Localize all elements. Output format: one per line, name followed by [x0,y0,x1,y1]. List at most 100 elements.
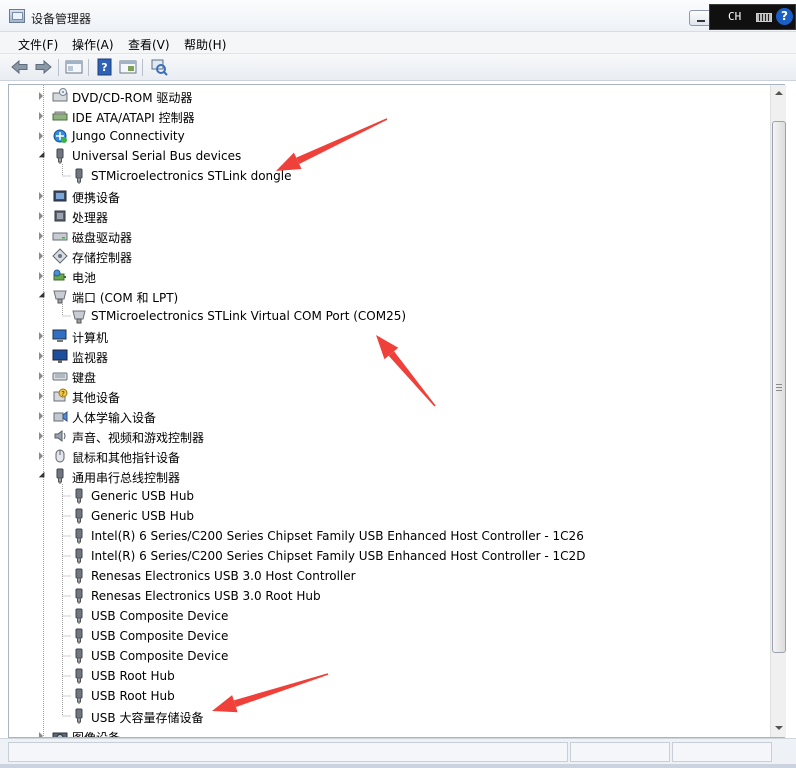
tree-category-row[interactable]: DVD/CD-ROM 驱动器 [9,86,769,106]
expand-arrow-icon[interactable] [39,392,43,400]
tree-category-row[interactable]: 人体学输入设备 [9,406,769,426]
toolbar-separator [88,59,89,76]
keyboard-icon[interactable] [756,13,772,22]
expand-arrow-icon[interactable] [39,212,43,220]
tree-category-row[interactable]: 计算机 [9,326,769,346]
tree-node-label: Intel(R) 6 Series/C200 Series Chipset Fa… [91,549,586,563]
status-cell-main [8,742,568,762]
tree-node-label: 其他设备 [72,391,121,405]
help-icon[interactable]: ? [776,8,793,25]
portable-device-icon [52,188,68,204]
tree-category-row[interactable]: Jungo Connectivity [9,126,769,146]
menu-view[interactable]: 查看(V) [128,36,170,53]
tree-category-row[interactable]: 便携设备 [9,186,769,206]
expand-arrow-icon[interactable] [39,452,43,460]
tree-device-row[interactable]: STMicroelectronics STLink dongle [9,166,769,186]
tree-device-row[interactable]: STMicroelectronics STLink Virtual COM Po… [9,306,769,326]
expand-arrow-icon[interactable] [39,192,43,200]
language-indicator[interactable]: CH [728,10,741,23]
expand-arrow-icon[interactable] [39,92,43,100]
toolbar-separator [142,59,143,76]
tree-node-label: Renesas Electronics USB 3.0 Host Control… [91,569,356,583]
collapse-arrow-icon[interactable] [38,471,48,481]
tree-node-label: Universal Serial Bus devices [72,149,242,163]
monitor-icon [52,348,68,364]
tree-category-row[interactable]: 通用串行总线控制器 [9,466,769,486]
tree-category-row[interactable]: 图像设备 [9,726,769,737]
tree-category-row[interactable]: 电池 [9,266,769,286]
scroll-thumb[interactable] [772,121,786,653]
collapse-arrow-icon[interactable] [38,291,48,301]
expand-arrow-icon[interactable] [39,432,43,440]
tree-device-row[interactable]: USB 大容量存储设备 [9,706,769,726]
tree-category-row[interactable]: 处理器 [9,206,769,226]
tree-category-row[interactable]: 磁盘驱动器 [9,226,769,246]
tree-category-row[interactable]: 存储控制器 [9,246,769,266]
help-book-icon[interactable]: ? [95,58,115,76]
console-tree-icon[interactable] [64,58,84,76]
other-devices-icon: ? [52,388,68,404]
status-cell-secondary [570,742,670,762]
properties-icon[interactable] [118,58,138,76]
expand-arrow-icon[interactable] [39,232,43,240]
menu-file[interactable]: 文件(F) [18,36,58,53]
tree-category-row[interactable]: 监视器 [9,346,769,366]
tree-category-row[interactable]: 声音、视频和游戏控制器 [9,426,769,446]
menu-help[interactable]: 帮助(H) [184,36,226,53]
tree-device-row[interactable]: Renesas Electronics USB 3.0 Root Hub [9,586,769,606]
tree-node-label: STMicroelectronics STLink dongle [91,169,292,183]
scroll-up-button[interactable] [771,85,787,102]
port-icon [52,288,68,304]
tree-device-row[interactable]: Renesas Electronics USB 3.0 Host Control… [9,566,769,586]
scroll-down-button[interactable] [771,720,787,737]
tree-device-row[interactable]: Generic USB Hub [9,506,769,526]
expand-arrow-icon[interactable] [39,252,43,260]
tree-node-label: 存储控制器 [72,251,133,265]
tree-device-row[interactable]: Generic USB Hub [9,486,769,506]
tree-device-row[interactable]: USB Composite Device [9,646,769,666]
menu-action[interactable]: 操作(A) [72,36,114,53]
tree-category-row[interactable]: 键盘 [9,366,769,386]
forward-arrow-icon[interactable] [33,58,53,76]
status-cell-tertiary [672,742,772,762]
expand-arrow-icon[interactable] [39,412,43,420]
tree-category-row[interactable]: Universal Serial Bus devices [9,146,769,166]
usb-device-icon [71,528,87,544]
tree-category-row[interactable]: 端口 (COM 和 LPT) [9,286,769,306]
usb-device-icon [71,648,87,664]
expand-arrow-icon[interactable] [39,372,43,380]
tree-device-row[interactable]: Intel(R) 6 Series/C200 Series Chipset Fa… [9,546,769,566]
jungo-icon [52,128,68,144]
tree-device-row[interactable]: Intel(R) 6 Series/C200 Series Chipset Fa… [9,526,769,546]
expand-arrow-icon[interactable] [39,112,43,120]
expand-arrow-icon[interactable] [39,332,43,340]
device-tree[interactable]: DVD/CD-ROM 驱动器 IDE ATA/ATAPI 控制器 Jungo Con… [8,84,785,738]
tree-device-row[interactable]: USB Composite Device [9,626,769,646]
tree-device-row[interactable]: USB Root Hub [9,686,769,706]
tree-node-label: USB Composite Device [91,609,229,623]
expand-arrow-icon[interactable] [39,352,43,360]
back-arrow-icon[interactable] [10,58,30,76]
usb-device-icon [52,468,68,484]
toolbar: ? [0,54,796,81]
expand-arrow-icon[interactable] [39,132,43,140]
tree-node-label: 电池 [72,271,97,285]
collapse-arrow-icon[interactable] [38,151,48,161]
expand-arrow-icon[interactable] [39,272,43,280]
vertical-scrollbar[interactable] [770,85,786,737]
tree-node-label: 声音、视频和游戏控制器 [72,431,205,445]
usb-device-icon [71,508,87,524]
tree-node-label: 磁盘驱动器 [72,231,133,245]
dvd-drive-icon [52,88,68,104]
toolbar-separator [58,59,59,76]
keyboard-icon [52,368,68,384]
scan-hardware-icon[interactable] [149,58,169,76]
tree-category-row[interactable]: IDE ATA/ATAPI 控制器 [9,106,769,126]
tree-category-row[interactable]: 鼠标和其他指针设备 [9,446,769,466]
language-bar[interactable]: CH ? [709,4,796,30]
usb-device-icon [71,568,87,584]
tree-device-row[interactable]: USB Root Hub [9,666,769,686]
tree-device-row[interactable]: USB Composite Device [9,606,769,626]
tree-category-row[interactable]: ? 其他设备 [9,386,769,406]
tree-node-label: DVD/CD-ROM 驱动器 [72,91,193,105]
